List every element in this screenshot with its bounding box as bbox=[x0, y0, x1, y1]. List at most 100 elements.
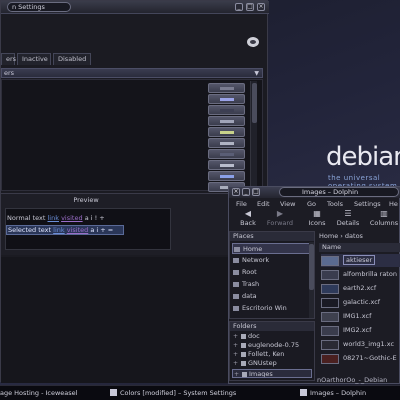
maximize-button[interactable]: □ bbox=[246, 3, 254, 11]
file-thumbnail-icon bbox=[321, 284, 339, 294]
color-swatch bbox=[220, 120, 234, 123]
folder-images[interactable]: + Images bbox=[232, 369, 312, 378]
normal-extra-chars: a i ! + bbox=[84, 214, 105, 222]
folder-doc[interactable]: + doc bbox=[232, 332, 312, 341]
file-row[interactable]: earth2.xcf bbox=[321, 282, 400, 295]
expand-icon[interactable]: + bbox=[233, 359, 238, 368]
color-swatch-button[interactable] bbox=[208, 127, 245, 137]
forward-button[interactable]: ▶ Forward bbox=[263, 209, 297, 227]
file-name: world3_img1.xc bbox=[343, 340, 395, 348]
file-row[interactable]: aktieser bbox=[321, 254, 400, 267]
drive-icon bbox=[233, 306, 239, 311]
color-swatch-button[interactable] bbox=[208, 138, 245, 148]
file-row[interactable]: world3_img1.xc bbox=[321, 338, 400, 351]
menu-edit[interactable]: Edit bbox=[257, 199, 270, 209]
expand-icon[interactable]: + bbox=[234, 370, 239, 377]
color-swatch bbox=[220, 87, 234, 90]
roles-scrollbar-thumb[interactable] bbox=[252, 83, 257, 123]
color-swatch bbox=[220, 164, 234, 167]
file-thumbnail-icon bbox=[321, 270, 339, 280]
folder-icon bbox=[241, 352, 246, 357]
menu-help[interactable]: He bbox=[389, 199, 398, 209]
file-row[interactable]: IMG2.xcf bbox=[321, 324, 400, 337]
color-set-combo[interactable]: ers ▼ bbox=[1, 68, 263, 78]
menu-view[interactable]: View bbox=[280, 199, 295, 209]
icons-view-button[interactable]: ▦ Icons bbox=[305, 209, 329, 227]
home-icon bbox=[234, 247, 240, 252]
taskbar-item-system-settings[interactable]: Colors [modified] – System Settings bbox=[110, 387, 278, 400]
file-name: IMG2.xcf bbox=[343, 326, 372, 334]
color-swatch-button[interactable] bbox=[208, 171, 245, 181]
places-scrollbar[interactable] bbox=[309, 242, 314, 318]
color-swatch bbox=[220, 131, 234, 134]
expand-icon[interactable]: + bbox=[233, 341, 238, 350]
expand-icon[interactable]: + bbox=[233, 350, 238, 359]
place-escritorio-win[interactable]: Escritorio Win bbox=[232, 303, 310, 314]
tab-inactive[interactable]: Inactive bbox=[17, 53, 51, 65]
file-row[interactable]: alfombrilla raton bbox=[321, 268, 400, 281]
dolphin-maximize-button[interactable]: □ bbox=[252, 188, 260, 196]
breadcrumb[interactable]: Home › datos bbox=[319, 231, 400, 241]
back-button[interactable]: ◀ Back bbox=[235, 209, 261, 227]
settings-window-title: n Settings bbox=[7, 2, 71, 12]
color-swatch bbox=[220, 98, 234, 101]
menu-file[interactable]: File bbox=[236, 199, 247, 209]
place-home[interactable]: Home bbox=[232, 243, 310, 254]
taskbar-item-iceweasel[interactable]: age Hosting - Iceweasel bbox=[0, 387, 104, 400]
file-name: aktieser bbox=[343, 255, 376, 265]
place-network[interactable]: Network bbox=[232, 255, 310, 266]
color-swatch-button[interactable] bbox=[208, 149, 245, 159]
color-swatch-button[interactable] bbox=[208, 105, 245, 115]
color-swatch-button[interactable] bbox=[208, 94, 245, 104]
file-row[interactable]: galactic.xcf bbox=[321, 296, 400, 309]
places-scrollbar-thumb[interactable] bbox=[309, 244, 314, 290]
place-root[interactable]: Root bbox=[232, 267, 310, 278]
color-swatch-button[interactable] bbox=[208, 116, 245, 126]
arrow-left-icon: ◀ bbox=[244, 209, 252, 218]
file-thumbnail-icon bbox=[321, 326, 339, 336]
dolphin-minimize-button[interactable]: _ bbox=[242, 188, 250, 196]
place-trash[interactable]: Trash bbox=[232, 279, 310, 290]
columns-view-button[interactable]: ▥ Columns bbox=[367, 209, 400, 227]
preview-selected-text: Selected text link visited a i + = bbox=[6, 225, 124, 235]
colors-icon bbox=[110, 389, 117, 396]
dolphin-titlebar[interactable]: × _ □ Images – Dolphin bbox=[229, 187, 400, 198]
expand-icon[interactable]: + bbox=[233, 332, 238, 341]
settings-titlebar[interactable]: n Settings _ □ × bbox=[1, 1, 269, 14]
taskbar-item-dolphin[interactable]: Images – Dolphin bbox=[300, 387, 400, 400]
file-row[interactable]: 08271~Gothic-E bbox=[321, 352, 400, 365]
color-set-combo-label: ers bbox=[4, 69, 15, 77]
trash-icon bbox=[233, 282, 239, 287]
color-swatch bbox=[220, 175, 234, 178]
columns-view-icon: ▥ bbox=[380, 209, 388, 218]
selected-text-label: Selected text bbox=[8, 226, 52, 234]
normal-link-sample: link bbox=[47, 214, 60, 222]
color-swatch-button[interactable] bbox=[208, 160, 245, 170]
preview-title: Preview bbox=[73, 196, 99, 204]
folder-follett[interactable]: + Follett, Ken bbox=[232, 350, 312, 359]
details-view-button[interactable]: ☰ Details bbox=[333, 209, 363, 227]
dolphin-toolbar: ◀ Back ▶ Forward ▦ Icons ☰ Details ▥ Col… bbox=[229, 209, 400, 229]
folder-icon bbox=[242, 372, 247, 377]
tab-disabled[interactable]: Disabled bbox=[53, 53, 91, 65]
close-button[interactable]: × bbox=[257, 3, 265, 11]
icons-view-icon: ▦ bbox=[313, 209, 321, 218]
roles-scrollbar[interactable] bbox=[250, 81, 257, 191]
files-column-header-name[interactable]: Name bbox=[319, 243, 400, 252]
color-swatch-button[interactable] bbox=[208, 83, 245, 93]
place-data[interactable]: data bbox=[232, 291, 310, 302]
folder-gnustep[interactable]: + GNUstep bbox=[232, 359, 312, 368]
menu-tools[interactable]: Tools bbox=[327, 199, 343, 209]
menu-settings[interactable]: Settings bbox=[354, 199, 381, 209]
menu-go[interactable]: Go bbox=[307, 199, 316, 209]
network-icon bbox=[233, 258, 239, 263]
folder-euglenode[interactable]: + euglenode-0.75 bbox=[232, 341, 312, 350]
dolphin-close-button[interactable]: × bbox=[232, 188, 240, 196]
file-thumbnail-icon bbox=[321, 256, 339, 266]
minimize-button[interactable]: _ bbox=[235, 3, 243, 11]
tab-active[interactable]: ers bbox=[1, 53, 16, 65]
details-view-icon: ☰ bbox=[344, 209, 352, 218]
file-name: IMG1.xcf bbox=[343, 312, 372, 320]
color-swatch bbox=[220, 142, 234, 145]
file-row[interactable]: IMG1.xcf bbox=[321, 310, 400, 323]
